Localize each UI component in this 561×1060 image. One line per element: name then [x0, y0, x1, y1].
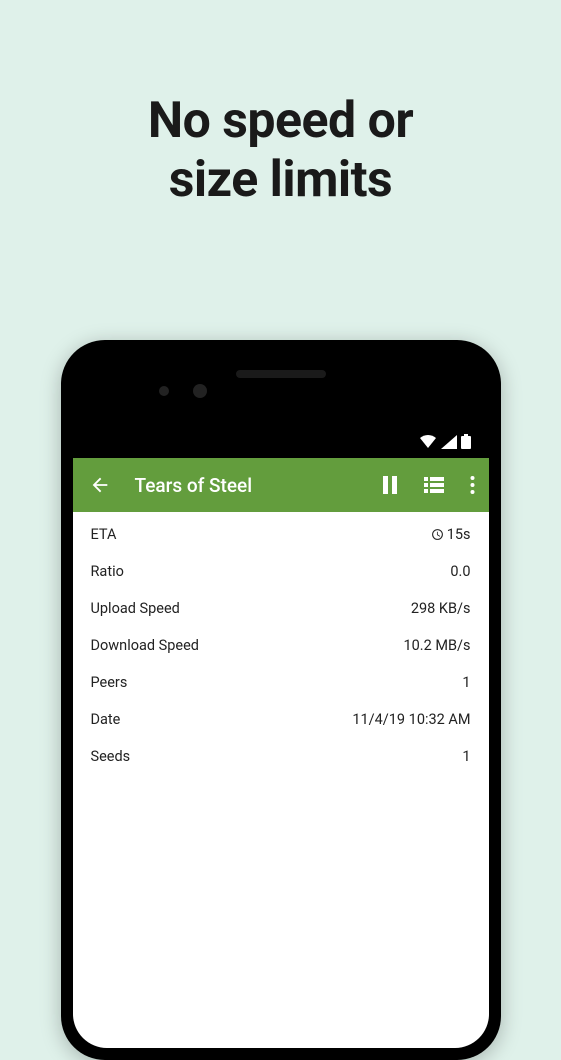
more-vert-icon	[470, 476, 475, 494]
files-button[interactable]	[424, 477, 444, 493]
marketing-headline: No speed or size limits	[0, 0, 561, 210]
detail-row: Ratio 0.0	[73, 553, 489, 590]
detail-label: Date	[91, 711, 121, 728]
list-icon	[424, 477, 444, 493]
phone-frame: Tears of Steel	[61, 340, 501, 1060]
app-bar: Tears of Steel	[73, 458, 489, 512]
detail-label: ETA	[91, 526, 117, 543]
pause-icon	[382, 476, 398, 494]
detail-value: 298 KB/s	[411, 600, 471, 617]
detail-row: ETA 15s	[73, 516, 489, 553]
status-bar	[419, 434, 471, 449]
detail-label: Peers	[91, 674, 128, 691]
detail-value: 10.2 MB/s	[403, 637, 470, 654]
detail-row: Peers 1	[73, 664, 489, 701]
phone-camera	[193, 384, 207, 398]
headline-line-1: No speed or	[148, 92, 413, 150]
cell-signal-icon	[441, 435, 457, 449]
detail-row: Seeds 1	[73, 738, 489, 775]
detail-label: Upload Speed	[91, 600, 180, 617]
details-list: ETA 15s Ratio 0.0 Upload Speed 298 KB/s Downlo…	[73, 512, 489, 779]
detail-value: 15s	[431, 526, 471, 543]
wifi-icon	[419, 435, 437, 449]
app-bar-actions	[382, 476, 475, 494]
more-button[interactable]	[470, 476, 475, 494]
detail-row: Date 11/4/19 10:32 AM	[73, 701, 489, 738]
detail-value: 1	[462, 748, 470, 765]
detail-value: 11/4/19 10:32 AM	[352, 711, 470, 728]
detail-row: Upload Speed 298 KB/s	[73, 590, 489, 627]
phone-camera-sensor	[159, 386, 169, 396]
arrow-left-icon	[89, 474, 111, 496]
detail-label: Download Speed	[91, 637, 199, 654]
battery-icon	[461, 434, 471, 449]
back-button[interactable]	[87, 474, 113, 496]
clock-icon	[431, 528, 444, 541]
app-screen: Tears of Steel	[73, 458, 489, 1048]
phone-screen-bezel: Tears of Steel	[73, 352, 489, 1048]
detail-value: 0.0	[450, 563, 470, 580]
detail-label: Seeds	[91, 748, 131, 765]
detail-row: Download Speed 10.2 MB/s	[73, 627, 489, 664]
detail-value: 1	[462, 674, 470, 691]
headline-line-2: size limits	[169, 151, 393, 209]
pause-button[interactable]	[382, 476, 398, 494]
detail-label: Ratio	[91, 563, 124, 580]
phone-speaker	[236, 370, 326, 378]
app-bar-title: Tears of Steel	[135, 474, 382, 497]
